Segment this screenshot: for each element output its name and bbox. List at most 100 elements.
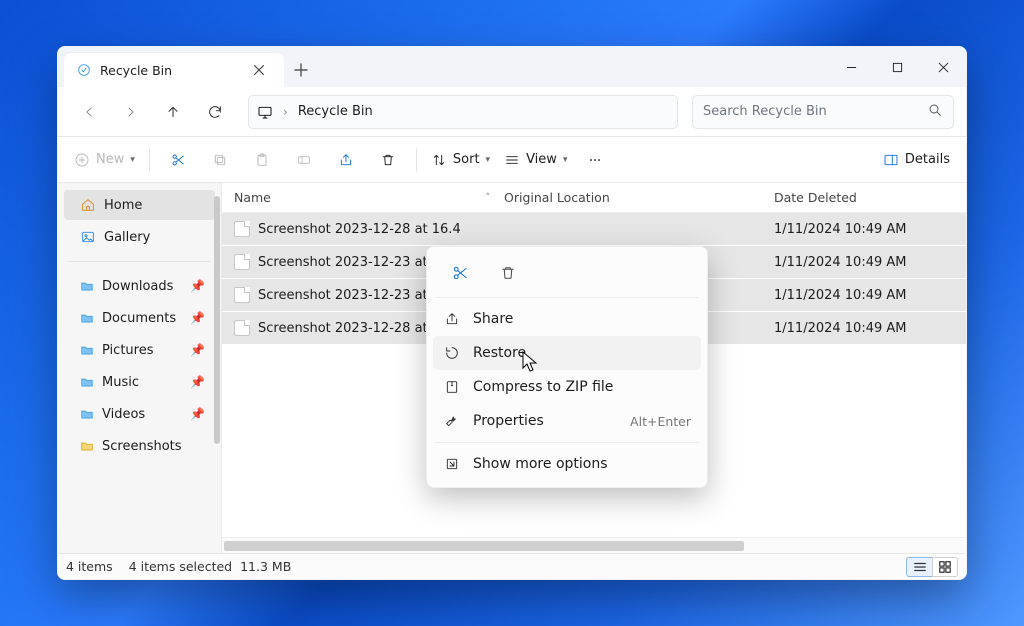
- details-label: Details: [905, 152, 950, 167]
- column-date-deleted[interactable]: Date Deleted: [774, 190, 966, 205]
- copy-button[interactable]: [200, 143, 240, 177]
- new-tab-button[interactable]: [284, 53, 318, 87]
- context-restore[interactable]: Restore: [433, 336, 701, 370]
- context-menu-divider: [435, 442, 699, 443]
- paste-button[interactable]: [242, 143, 282, 177]
- file-date: 1/11/2024 10:49 AM: [774, 288, 966, 303]
- folder-icon: [80, 407, 94, 421]
- rename-button[interactable]: [284, 143, 324, 177]
- share-button[interactable]: [326, 143, 366, 177]
- sidebar-item-home[interactable]: Home: [64, 190, 215, 220]
- sort-icon: [431, 152, 447, 168]
- details-pane-button[interactable]: Details: [877, 143, 956, 177]
- sidebar-item-documents[interactable]: Documents 📌: [64, 303, 215, 333]
- monitor-icon: [257, 104, 273, 120]
- sidebar-item-music[interactable]: Music 📌: [64, 367, 215, 397]
- context-menu: Share Restore Compress to ZIP file Prope…: [426, 246, 708, 488]
- minimize-button[interactable]: [828, 47, 874, 87]
- new-button[interactable]: New ▾: [68, 143, 141, 177]
- column-name[interactable]: Name ˄: [234, 190, 504, 205]
- toolbar-separator: [149, 148, 150, 172]
- breadcrumb-separator: ›: [283, 105, 288, 119]
- sidebar-item-label: Documents: [102, 311, 176, 326]
- recycle-bin-icon: [76, 62, 92, 78]
- context-show-more[interactable]: Show more options: [433, 447, 701, 481]
- context-compress-label: Compress to ZIP file: [473, 379, 613, 395]
- sidebar-item-screenshots[interactable]: Screenshots: [64, 431, 215, 461]
- back-button[interactable]: [70, 95, 108, 129]
- file-date: 1/11/2024 10:49 AM: [774, 222, 966, 237]
- context-properties-shortcut: Alt+Enter: [630, 414, 691, 429]
- up-button[interactable]: [154, 95, 192, 129]
- delete-button[interactable]: [368, 143, 408, 177]
- sort-button[interactable]: Sort ▾: [425, 143, 496, 177]
- search-box[interactable]: [692, 95, 954, 129]
- horizontal-scrollbar[interactable]: [222, 537, 966, 553]
- context-properties[interactable]: Properties Alt+Enter: [433, 404, 701, 438]
- more-button[interactable]: [575, 143, 615, 177]
- rename-icon: [296, 152, 312, 168]
- ellipsis-icon: [587, 152, 603, 168]
- sidebar-item-gallery[interactable]: Gallery: [64, 222, 215, 252]
- scissors-icon: [451, 264, 469, 282]
- status-bar: 4 items 4 items selected 11.3 MB: [58, 553, 966, 579]
- trash-icon: [499, 264, 517, 282]
- sidebar-item-pictures[interactable]: Pictures 📌: [64, 335, 215, 365]
- sidebar: Home Gallery Downloads 📌 Documents 📌 Pic…: [58, 183, 222, 553]
- thumbnails-view-toggle[interactable]: [932, 557, 958, 577]
- scissors-icon: [170, 152, 186, 168]
- cut-button[interactable]: [158, 143, 198, 177]
- file-icon: [234, 254, 250, 270]
- search-input[interactable]: [703, 104, 919, 119]
- address-bar-row: › Recycle Bin: [58, 87, 966, 137]
- arrow-left-icon: [81, 104, 97, 120]
- sidebar-item-label: Screenshots: [102, 439, 182, 454]
- context-cut-button[interactable]: [443, 256, 477, 290]
- sort-indicator-icon: ˄: [486, 193, 505, 203]
- file-row[interactable]: Screenshot 2023-12-28 at 16.4 1/11/2024 …: [222, 213, 966, 246]
- view-toggle: [906, 557, 958, 577]
- status-selected: 4 items selected: [129, 559, 232, 574]
- chevron-down-icon: ▾: [130, 155, 135, 165]
- sidebar-divider: [68, 261, 211, 262]
- breadcrumb-location[interactable]: Recycle Bin: [298, 104, 373, 119]
- gallery-icon: [80, 229, 96, 245]
- scrollbar-thumb[interactable]: [224, 541, 744, 551]
- sidebar-item-label: Gallery: [104, 230, 150, 245]
- new-label: New: [96, 152, 124, 167]
- context-menu-top-actions: [433, 253, 701, 293]
- column-original-location[interactable]: Original Location: [504, 190, 774, 205]
- refresh-button[interactable]: [196, 95, 234, 129]
- context-compress[interactable]: Compress to ZIP file: [433, 370, 701, 404]
- context-show-more-label: Show more options: [473, 456, 608, 472]
- details-pane-icon: [883, 152, 899, 168]
- sidebar-item-videos[interactable]: Videos 📌: [64, 399, 215, 429]
- forward-button[interactable]: [112, 95, 150, 129]
- column-name-label: Name: [234, 190, 271, 205]
- home-icon: [80, 197, 96, 213]
- address-bar[interactable]: › Recycle Bin: [248, 95, 678, 129]
- plus-circle-icon: [74, 152, 90, 168]
- file-name: Screenshot 2023-12-28 at 16.4: [258, 222, 504, 237]
- maximize-button[interactable]: [874, 47, 920, 87]
- context-delete-button[interactable]: [491, 256, 525, 290]
- sidebar-scrollbar[interactable]: [214, 196, 220, 444]
- share-icon: [338, 152, 354, 168]
- share-icon: [444, 311, 460, 327]
- status-size: 11.3 MB: [240, 559, 291, 574]
- close-window-button[interactable]: [920, 47, 966, 87]
- context-share[interactable]: Share: [433, 302, 701, 336]
- search-icon: [927, 102, 943, 118]
- search-icon-wrap: [927, 102, 943, 122]
- view-button[interactable]: View ▾: [498, 143, 573, 177]
- tab-close-button[interactable]: [246, 57, 272, 83]
- clipboard-group: [158, 143, 408, 177]
- tab-recycle-bin[interactable]: Recycle Bin: [64, 53, 284, 87]
- column-original-label: Original Location: [504, 190, 610, 205]
- details-view-toggle[interactable]: [906, 557, 932, 577]
- file-icon: [234, 320, 250, 336]
- trash-icon: [380, 152, 396, 168]
- minimize-icon: [846, 62, 857, 73]
- sidebar-item-downloads[interactable]: Downloads 📌: [64, 271, 215, 301]
- pin-icon: 📌: [190, 375, 205, 389]
